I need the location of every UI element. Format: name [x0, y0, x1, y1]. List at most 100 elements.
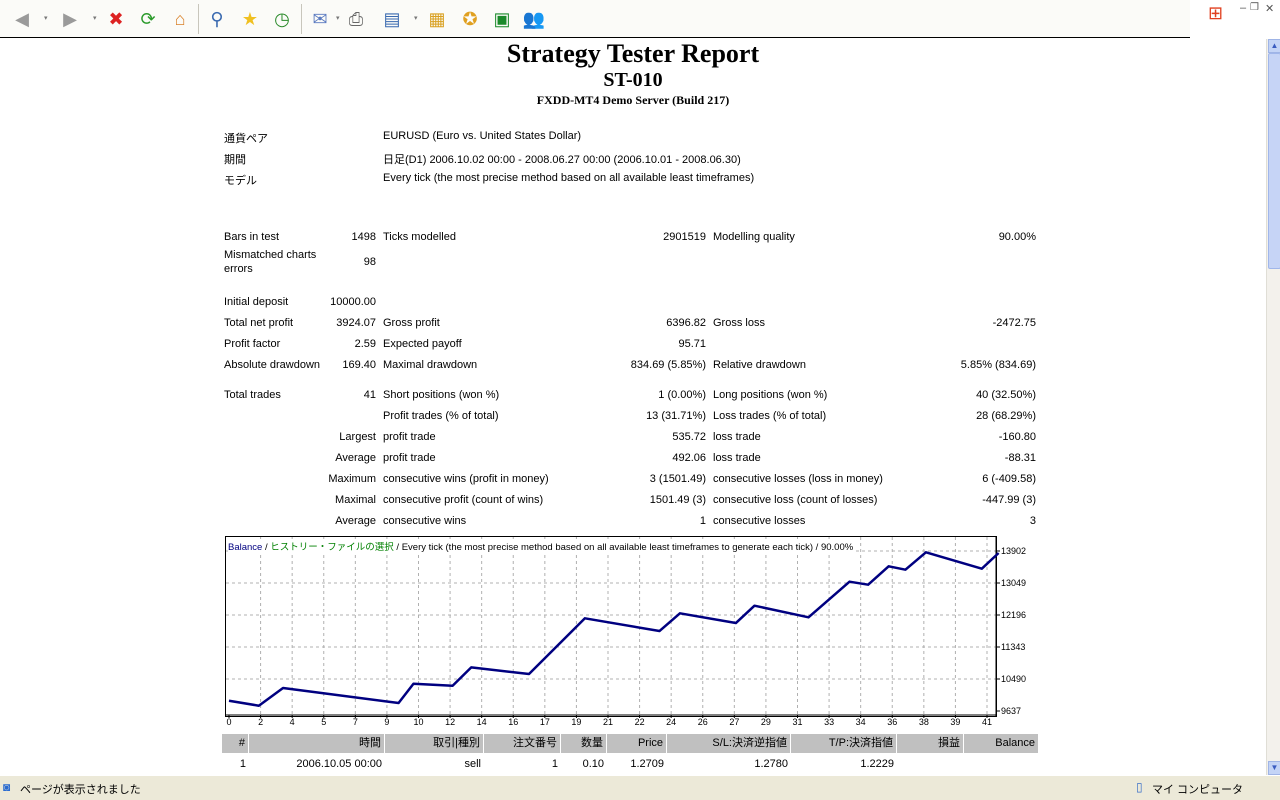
x-tick-label: 38 [919, 717, 929, 727]
ie-page-icon: ◙ [3, 780, 11, 794]
restore-button[interactable]: ❐ [1250, 2, 1259, 13]
column-header[interactable]: 時間 [249, 734, 385, 753]
stats-label: Modelling quality [713, 231, 795, 243]
x-tick-label: 36 [887, 717, 897, 727]
stats-value: 535.72 [672, 431, 706, 443]
balance-chart: Balance / ヒストリー・ファイルの選択 / Every tick (th… [225, 536, 1026, 727]
stats-label: Relative drawdown [713, 359, 806, 371]
y-tick-label: 13049 [1001, 578, 1026, 588]
window-controls: ⊞ – ❐ ✕ [1190, 0, 1280, 38]
stats-value: 98 [363, 256, 376, 268]
msn-messenger-icon[interactable]: 👥 [521, 6, 547, 32]
legend-series: Balance [228, 542, 263, 553]
stats-row: Total trades 41 Short positions (won %) 1 (… [0, 389, 1100, 405]
stats-label: consecutive losses [713, 515, 806, 527]
trade-cell: sell [464, 758, 481, 770]
column-header[interactable]: S/L:決済逆指値 [667, 734, 791, 753]
stats-label: Bars in test [224, 231, 280, 243]
home-icon[interactable]: ⌂ [167, 6, 193, 32]
trade-cell: 0.10 [582, 758, 604, 770]
stats-value: 10000.00 [330, 296, 376, 308]
stats-label: loss trade [713, 431, 761, 443]
stats-value: Average [335, 452, 376, 464]
forward-icon[interactable]: ▶ [57, 6, 83, 32]
stats-label: Expected payoff [383, 338, 462, 350]
back-icon[interactable]: ◀ [9, 6, 35, 32]
stats-value: Average [335, 515, 376, 527]
column-header[interactable]: T/P:決済指値 [791, 734, 897, 753]
vertical-scrollbar[interactable]: ▲ ▼ [1266, 39, 1280, 775]
stats-label: Gross profit [383, 317, 440, 329]
column-header[interactable]: Price [607, 734, 667, 753]
x-tick-label: 4 [290, 717, 295, 727]
x-tick-label: 9 [384, 717, 389, 727]
x-tick-label: 19 [571, 717, 581, 727]
stats-row: Average consecutive wins 1 consecutive loss… [0, 515, 1100, 531]
print-icon[interactable]: ⎙ [343, 6, 369, 32]
stats-row: Maximum consecutive wins (profit in money… [0, 473, 1100, 489]
stats-value: 3 (1501.49) [649, 473, 706, 485]
stats-value: Maximum [328, 473, 376, 485]
favorites-icon[interactable]: ★ [237, 6, 263, 32]
stats-value: 6396.82 [666, 317, 706, 329]
x-tick-label: 24 [666, 717, 676, 727]
browser-toolbar: ◀ ▶ ✖ ⟳ ⌂ ⚲ ★ ◷ ✉ ⎙ ▤ ▦ ✪ ▣ 👥 ▾ ▾ ▾ ▾ [0, 0, 1190, 38]
x-tick-label: 21 [603, 717, 613, 727]
report-title: Strategy Tester Report [506, 39, 760, 68]
mail-dropdown-icon[interactable]: ▾ [336, 14, 340, 22]
stats-label: Short positions (won %) [383, 389, 500, 401]
stats-label: loss trade [713, 452, 761, 464]
column-header[interactable]: Balance [964, 734, 1039, 753]
legend-sep: / [393, 542, 402, 553]
stats-value: Maximal [335, 494, 376, 506]
column-header[interactable]: 取引|種別 [385, 734, 484, 753]
scroll-thumb[interactable] [1268, 53, 1280, 269]
stats-row: Profit factor 2.59 Expected payoff 95.71 [0, 338, 1100, 354]
x-tick-label: 16 [508, 717, 518, 727]
stop-icon[interactable]: ✖ [103, 6, 129, 32]
messenger-star-icon[interactable]: ✪ [457, 6, 483, 32]
column-header[interactable]: 数量 [561, 734, 607, 753]
forward-dropdown-icon[interactable]: ▾ [93, 14, 97, 22]
y-tick-label: 13902 [1001, 546, 1026, 556]
research-icon[interactable]: ▦ [424, 6, 450, 32]
stats-row: Bars in test 1498 Ticks modelled 2901519 Mod… [0, 231, 1100, 247]
mail-icon[interactable]: ✉ [307, 6, 333, 32]
column-header[interactable]: 注文番号 [484, 734, 561, 753]
edit-dropdown-icon[interactable]: ▾ [414, 14, 418, 22]
x-tick-label: 5 [321, 717, 326, 727]
edit-icon[interactable]: ▤ [379, 6, 405, 32]
x-tick-label: 2 [258, 717, 263, 727]
green-app-icon[interactable]: ▣ [489, 6, 515, 32]
toolbar-separator [198, 4, 199, 34]
report-subtitle: ST-010 [603, 69, 663, 91]
balance-line [228, 551, 1000, 707]
close-button[interactable]: ✕ [1265, 2, 1274, 15]
stats-label: Profit trades (% of total) [383, 410, 499, 422]
status-message: ページが表示されました [20, 784, 141, 796]
history-icon[interactable]: ◷ [269, 6, 295, 32]
x-tick-label: 0 [226, 717, 231, 727]
stats-value: -88.31 [1004, 452, 1036, 464]
y-tick-label: 12196 [1001, 610, 1026, 620]
x-tick-label: 29 [761, 717, 771, 727]
column-header[interactable]: 損益 [897, 734, 964, 753]
column-header[interactable]: # [222, 734, 249, 753]
scroll-down-button[interactable]: ▼ [1268, 761, 1280, 775]
refresh-icon[interactable]: ⟳ [135, 6, 161, 32]
y-tick-label: 9637 [1001, 706, 1021, 716]
stats-label: profit trade [383, 452, 436, 464]
minimize-button[interactable]: – [1240, 2, 1246, 14]
scroll-up-button[interactable]: ▲ [1268, 39, 1280, 53]
stats-label: Long positions (won %) [713, 389, 828, 401]
stats-label: Absolute drawdown [224, 359, 321, 371]
stats-row: Largest profit trade 535.72 loss trade -160.… [0, 431, 1100, 447]
stats-value: 5.85% (834.69) [960, 359, 1036, 371]
search-icon[interactable]: ⚲ [204, 6, 230, 32]
back-dropdown-icon[interactable]: ▾ [44, 14, 48, 22]
security-zone: マイ コンピュータ [1152, 784, 1244, 796]
info-label: 通貨ペア [224, 133, 268, 145]
windows-logo-icon: ⊞ [1208, 3, 1224, 23]
stats-label: Gross loss [713, 317, 765, 329]
chart-plot: 139021304912196113431049096370 2 4 5 7 9 10 12 1… [225, 536, 1026, 727]
